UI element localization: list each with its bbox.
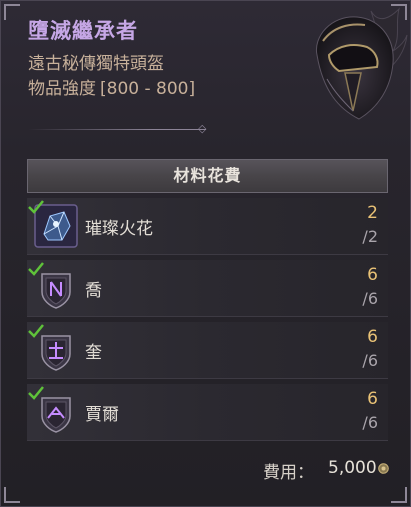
material-have-count: 6 <box>367 389 378 409</box>
material-need-count: /2 <box>362 227 378 246</box>
panel-corner <box>391 487 407 503</box>
material-name: 奎 <box>85 343 102 363</box>
cost-label: 費用： <box>263 463 314 483</box>
check-icon <box>28 386 44 400</box>
tooltip-panel: 墮滅繼承者 遠古秘傳獨特頭盔 物品強度 [800 - 800] ◇ 材料花費 璀… <box>0 0 411 507</box>
material-row-rune-jah: 賈爾 6 /6 <box>27 384 388 441</box>
material-row-sparkle: 璀璨火花 2 /2 <box>27 198 388 255</box>
material-row-rune-jo: 喬 6 /6 <box>27 260 388 317</box>
header-divider <box>28 129 206 130</box>
materials-header: 材料花費 <box>27 159 388 193</box>
item-strength-value: [800 - 800] <box>100 79 196 99</box>
material-need-count: /6 <box>362 351 378 370</box>
material-have-count: 6 <box>367 265 378 285</box>
gold-coin-icon <box>378 463 389 474</box>
divider-ornament-icon: ◇ <box>198 122 207 135</box>
item-strength: 物品強度 [800 - 800] <box>28 74 195 99</box>
material-name: 賈爾 <box>85 405 119 425</box>
material-name: 喬 <box>85 281 102 301</box>
cost-value: 5,000 <box>328 458 377 478</box>
check-icon <box>28 324 44 338</box>
material-have-count: 6 <box>367 327 378 347</box>
material-name: 璀璨火花 <box>85 219 153 239</box>
helmet-icon <box>315 7 408 120</box>
panel-corner <box>4 4 20 20</box>
check-icon <box>28 262 44 276</box>
item-name: 墮滅繼承者 <box>28 19 138 43</box>
panel-corner <box>4 487 20 503</box>
material-need-count: /6 <box>362 413 378 432</box>
item-type: 遠古秘傳獨特頭盔 <box>28 54 164 74</box>
material-row-rune-kwe: 奎 6 /6 <box>27 322 388 379</box>
material-have-count: 2 <box>367 203 378 223</box>
material-need-count: /6 <box>362 289 378 308</box>
item-strength-label: 物品強度 <box>28 79 96 99</box>
check-icon <box>28 200 44 214</box>
